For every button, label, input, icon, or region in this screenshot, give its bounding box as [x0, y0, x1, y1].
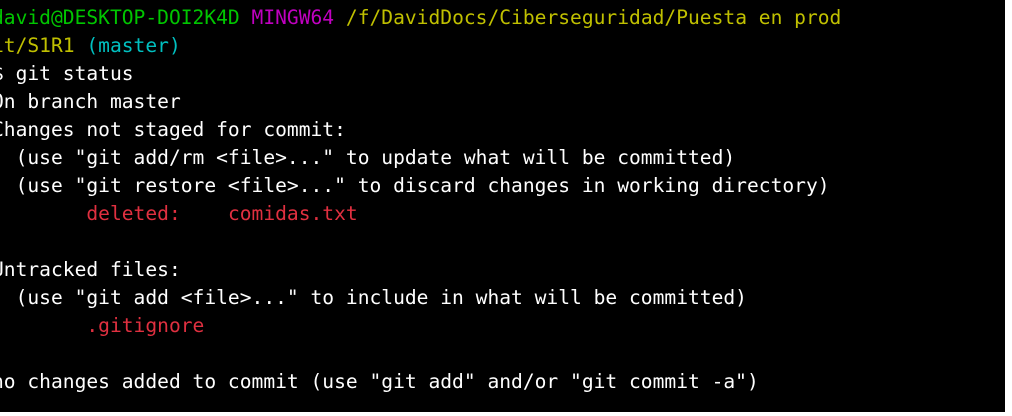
hint-add: (use "git add <file>..." to include in w…: [0, 286, 747, 309]
hint-restore: (use "git restore <file>..." to discard …: [0, 174, 830, 197]
prompt-path-continued: it/S1R1: [0, 34, 75, 57]
prompt-user-host: david@DESKTOP-DOI2K4D: [0, 6, 240, 29]
hint-add-rm: (use "git add/rm <file>..." to update wh…: [0, 146, 736, 169]
not-staged-header: Changes not staged for commit:: [0, 118, 346, 141]
deleted-file-name: comidas.txt: [227, 202, 358, 225]
summary-line: no changes added to commit (use "git add…: [0, 370, 759, 393]
prompt-line-wrap: it/S1R1 (master): [0, 32, 1005, 60]
command-line: $ git status: [0, 62, 134, 85]
deleted-label: deleted:: [0, 202, 228, 225]
prompt-branch: (master): [86, 34, 181, 57]
untracked-header: Untracked files:: [0, 258, 181, 281]
prompt-line: david@DESKTOP-DOI2K4D MINGW64 /f/DavidDo…: [0, 4, 1005, 32]
terminal-window[interactable]: david@DESKTOP-DOI2K4D MINGW64 /f/DavidDo…: [0, 0, 1005, 412]
branch-line: On branch master: [0, 90, 181, 113]
deleted-file-line: deleted: comidas.txt: [0, 200, 1005, 228]
prompt-env: MINGW64: [251, 6, 335, 29]
untracked-file-name: .gitignore: [0, 314, 205, 337]
prompt-path: /f/DavidDocs/Ciberseguridad/Puesta en pr…: [345, 6, 842, 29]
